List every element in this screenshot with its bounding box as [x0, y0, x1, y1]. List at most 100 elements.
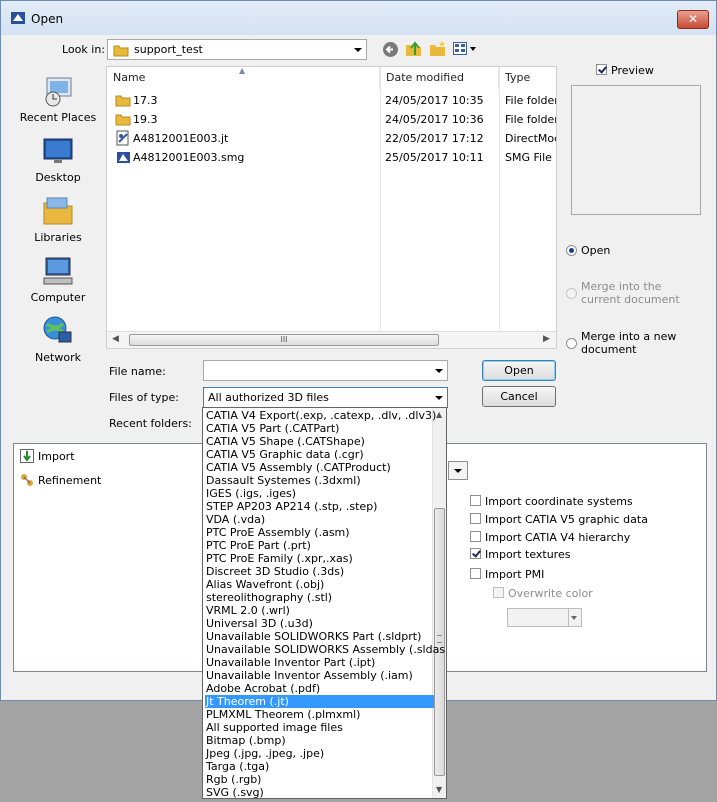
table-row[interactable]: 17.3 24/05/2017 10:35 File folder — [107, 91, 556, 110]
column-header-date[interactable]: Date modified — [380, 67, 499, 89]
filetype-option[interactable]: STEP AP203 AP214 (.stp, .step) — [205, 500, 434, 513]
table-row[interactable]: A4812001E003.jt 22/05/2017 17:12 DirectM… — [107, 129, 556, 148]
filetype-option[interactable]: Targa (.tga) — [205, 760, 434, 773]
filetype-option[interactable]: stereolithography (.stl) — [205, 591, 434, 604]
import-pmi-checkbox[interactable] — [470, 568, 481, 579]
column-label: Type — [505, 71, 531, 84]
filetype-option[interactable]: Dassault Systemes (.3dxml) — [205, 474, 434, 487]
column-header-name[interactable]: Name ▲ — [107, 67, 380, 89]
title-bar[interactable]: Open ✕ — [1, 1, 716, 35]
radio-open[interactable] — [566, 245, 577, 256]
place-desktop[interactable]: Desktop — [14, 134, 102, 184]
filetype-option[interactable]: Discreet 3D Studio (.3ds) — [205, 565, 434, 578]
scroll-thumb[interactable]: III — [129, 334, 439, 346]
filetype-option[interactable]: CATIA V5 Part (.CATPart) — [205, 422, 434, 435]
chevron-down-icon — [454, 469, 462, 473]
close-button[interactable]: ✕ — [677, 10, 709, 29]
file-date: 24/05/2017 10:35 — [385, 94, 484, 107]
option-label: Overwrite color — [508, 587, 593, 600]
filetype-option[interactable]: PTC ProE Part (.prt) — [205, 539, 434, 552]
filetype-option[interactable]: PLMXML Theorem (.plmxml) — [205, 708, 434, 721]
filetype-value: All authorized 3D files — [208, 391, 329, 404]
chevron-down-icon — [354, 47, 362, 52]
filetype-option[interactable]: Rgb (.rgb) — [205, 773, 434, 786]
filetype-option[interactable]: PTC ProE Family (.xpr,.xas) — [205, 552, 434, 565]
filetype-option[interactable]: Unavailable Inventor Part (.ipt) — [205, 656, 434, 669]
scroll-up-icon[interactable]: ▲ — [436, 410, 442, 419]
filetype-select[interactable]: All authorized 3D files — [203, 387, 448, 408]
overwrite-color-checkbox[interactable] — [493, 587, 504, 598]
filetype-option[interactable]: CATIA V5 Graphic data (.cgr) — [205, 448, 434, 461]
chevron-down-icon[interactable] — [435, 395, 443, 400]
place-label: Desktop — [35, 171, 81, 184]
filetype-option[interactable]: Jt Theorem (.jt) — [205, 695, 434, 708]
horizontal-scrollbar[interactable]: ◀ III ▶ — [107, 331, 556, 348]
option-label: Import textures — [485, 548, 571, 561]
radio-merge-current[interactable] — [566, 288, 577, 299]
scroll-thumb[interactable] — [434, 508, 445, 776]
place-libraries[interactable]: Libraries — [14, 194, 102, 244]
radio-merge-new[interactable] — [566, 338, 577, 349]
color-picker[interactable] — [507, 608, 582, 627]
filetype-option[interactable]: Unavailable SOLIDWORKS Part (.sldprt) — [205, 630, 434, 643]
back-icon[interactable] — [382, 41, 399, 58]
new-folder-icon[interactable] — [429, 40, 447, 58]
tree-item-refinement[interactable]: Refinement — [16, 471, 202, 489]
filename-input[interactable] — [203, 360, 448, 381]
import-catia-v5-graphic-checkbox[interactable] — [470, 513, 481, 524]
filetype-option[interactable]: CATIA V5 Shape (.CATShape) — [205, 435, 434, 448]
filetype-option[interactable]: IGES (.igs, .iges) — [205, 487, 434, 500]
filetype-option[interactable]: Unavailable SOLIDWORKS Assembly (.sldasm… — [205, 643, 446, 656]
filetype-option[interactable]: SVG (.svg) — [205, 786, 434, 798]
options-combo-button[interactable] — [448, 461, 468, 480]
dropdown-scrollbar[interactable]: ▲ ▼ — [432, 408, 446, 798]
place-network[interactable]: Network — [14, 314, 102, 364]
import-catia-v4-hierarchy-checkbox[interactable] — [470, 531, 481, 542]
preview-pane — [571, 85, 701, 215]
up-folder-icon[interactable] — [405, 40, 423, 58]
chevron-down-icon[interactable] — [435, 368, 443, 373]
lookin-combo[interactable]: support_test — [107, 39, 367, 60]
preview-checkbox[interactable] — [596, 64, 607, 75]
column-header-type[interactable]: Type — [499, 67, 556, 89]
tree-item-import[interactable]: Import — [16, 447, 202, 465]
filetype-option[interactable]: Bitmap (.bmp) — [205, 734, 434, 747]
file-name: A4812001E003.smg — [133, 151, 245, 164]
place-label: Recent Places — [19, 111, 97, 124]
place-computer[interactable]: Computer — [14, 254, 102, 304]
filetype-option[interactable]: Unavailable Inventor Assembly (.iam) — [205, 669, 434, 682]
filetype-option[interactable]: Adobe Acrobat (.pdf) — [205, 682, 434, 695]
folder-icon — [113, 45, 129, 57]
scroll-left-icon[interactable]: ◀ — [112, 334, 119, 344]
cancel-button[interactable]: Cancel — [482, 386, 556, 407]
preview-label: Preview — [611, 64, 654, 77]
file-name: 17.3 — [133, 94, 158, 107]
filetype-option[interactable]: All supported image files — [205, 721, 434, 734]
filetype-option[interactable]: VDA (.vda) — [205, 513, 434, 526]
filetype-option[interactable]: Jpeg (.jpg, .jpeg, .jpe) — [205, 747, 434, 760]
open-button[interactable]: Open — [482, 360, 556, 381]
filetype-option[interactable]: CATIA V5 Assembly (.CATProduct) — [205, 461, 434, 474]
filetype-option[interactable]: VRML 2.0 (.wrl) — [205, 604, 434, 617]
view-menu-icon[interactable] — [453, 42, 477, 56]
scroll-down-icon[interactable]: ▼ — [436, 785, 442, 794]
import-textures-checkbox[interactable] — [470, 548, 481, 559]
table-row[interactable]: 19.3 24/05/2017 10:36 File folder — [107, 110, 556, 129]
filetype-dropdown-list[interactable]: ▲ ▼ CATIA V4 Export(.exp, .catexp, .dlv,… — [202, 407, 447, 799]
scroll-right-icon[interactable]: ▶ — [543, 334, 550, 344]
filetype-option[interactable]: Universal 3D (.u3d) — [205, 617, 434, 630]
folder-icon — [115, 114, 131, 126]
table-row[interactable]: A4812001E003.smg 25/05/2017 10:11 SMG Fi… — [107, 148, 556, 167]
import-coordinate-systems-checkbox[interactable] — [470, 495, 481, 506]
lookin-label: Look in: — [62, 43, 105, 56]
filename-label: File name: — [109, 365, 166, 378]
file-list[interactable]: Name ▲ Date modified Type 17.3 24/05/201… — [106, 66, 557, 349]
radio-merge-current-label: Merge into the current document — [581, 280, 680, 306]
filetype-option[interactable]: CATIA V4 Export(.exp, .catexp, .dlv, .dl… — [205, 409, 436, 422]
place-recent-places[interactable]: Recent Places — [14, 74, 102, 124]
filetype-option[interactable]: PTC ProE Assembly (.asm) — [205, 526, 434, 539]
file-type: SMG File — [505, 151, 552, 164]
filetype-label: Files of type: — [109, 391, 180, 404]
filetype-option[interactable]: Alias Wavefront (.obj) — [205, 578, 434, 591]
import-icon — [20, 449, 34, 463]
